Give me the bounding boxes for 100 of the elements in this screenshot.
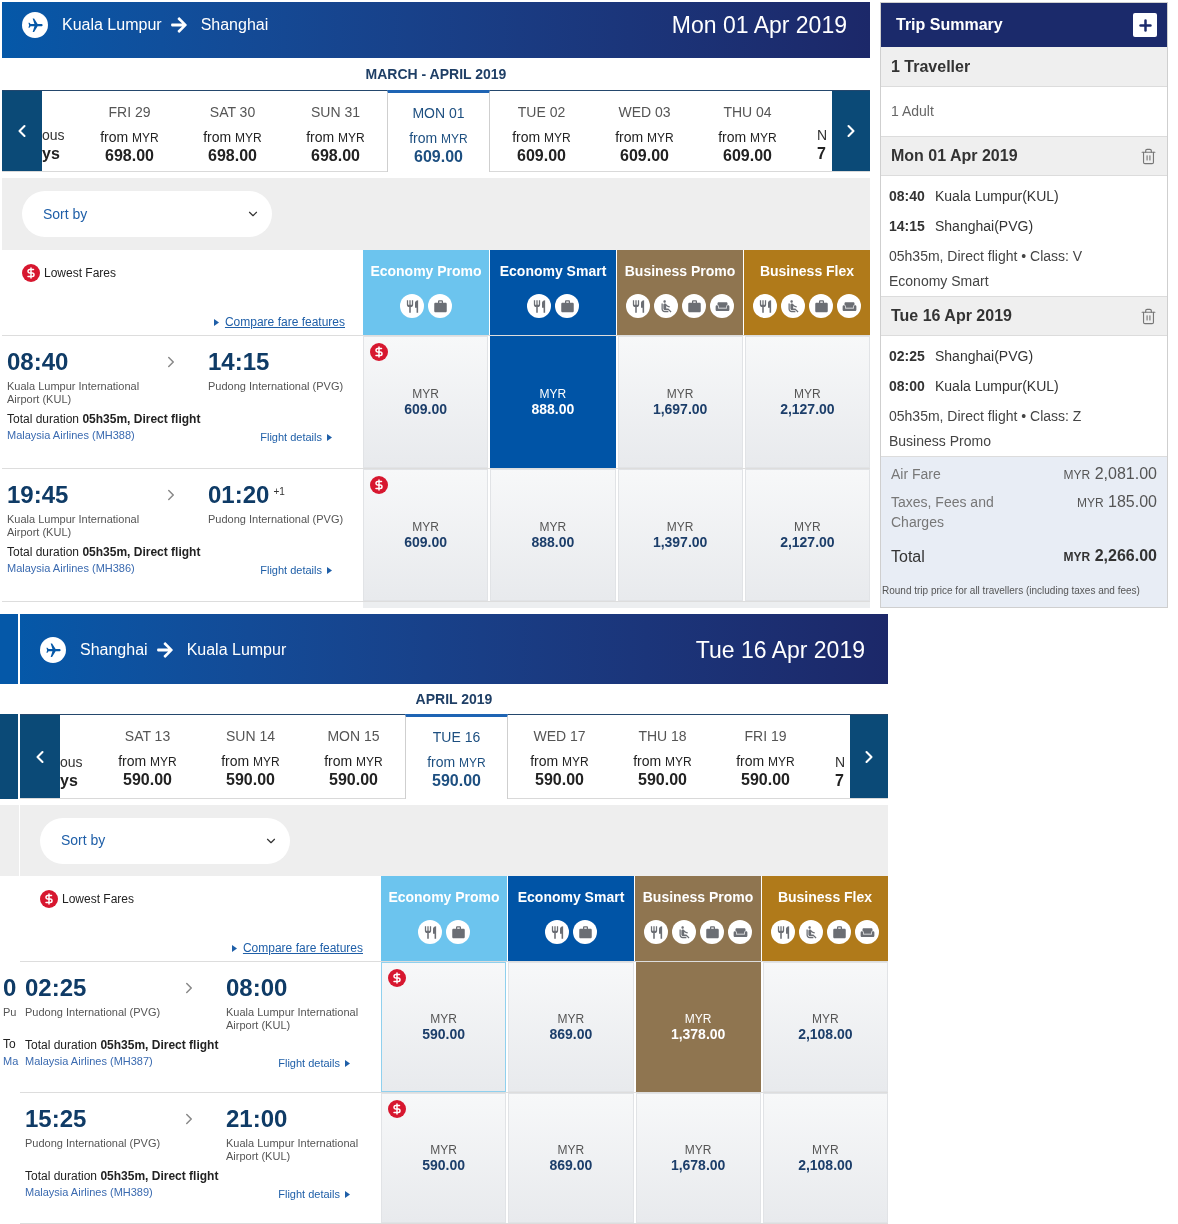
travel-date: Tue 16 Apr 2019 <box>695 635 865 665</box>
cut-off-label: N <box>817 127 829 143</box>
arrival-time: 21:00 <box>226 1105 288 1133</box>
cutlery-icon <box>753 294 777 318</box>
previous-dates-button[interactable] <box>2 91 42 171</box>
briefcase-icon <box>827 920 851 944</box>
stop-place: Kuala Lumpur(KUL) <box>935 377 1059 396</box>
airline-flight-number: Malaysia Airlines (MH388) <box>7 429 135 442</box>
departure-airport: Pudong International (PVG) <box>25 1006 162 1019</box>
cut-off-label: To <box>3 1037 16 1051</box>
fare-cell[interactable]: MYR 609.00 <box>363 469 489 601</box>
fare-cell[interactable]: MYR 888.00 <box>490 336 616 468</box>
date-tab[interactable]: SAT 30 from MYR 698.00 <box>181 91 284 171</box>
fare-cell[interactable]: MYR 590.00 <box>381 962 507 1092</box>
total-duration: Total duration 05h35m, Direct flight <box>7 412 202 426</box>
briefcase-icon <box>809 294 833 318</box>
trash-icon[interactable] <box>1140 307 1157 325</box>
briefcase-icon <box>700 920 724 944</box>
total-duration: Total duration 05h35m, Direct flight <box>7 545 202 559</box>
fare-cell[interactable]: MYR 1,378.00 <box>635 962 761 1092</box>
date-tab[interactable]: SUN 31 from MYR 698.00 <box>284 91 387 171</box>
compare-fares-link[interactable]: Compare fare features <box>242 941 363 955</box>
fare-cell[interactable]: MYR 2,108.00 <box>762 1093 888 1223</box>
cutlery-icon <box>527 294 551 318</box>
cutlery-icon <box>545 920 569 944</box>
flight-details-link[interactable]: Flight details <box>260 564 332 577</box>
fare-cell[interactable]: MYR 1,397.00 <box>617 469 743 601</box>
next-dates-button[interactable] <box>850 715 888 798</box>
briefcase-icon <box>446 920 470 944</box>
date-tab[interactable]: MON 15 from MYR 590.00 <box>302 715 405 798</box>
cut-off-label: ys <box>42 145 61 163</box>
travel-date: Mon 01 Apr 2019 <box>671 10 847 40</box>
month-label: MARCH - APRIL 2019 <box>365 64 507 84</box>
date-tab[interactable]: SUN 14 from MYR 590.00 <box>199 715 302 798</box>
caret-right-icon <box>327 567 332 574</box>
briefcase-icon <box>428 294 452 318</box>
seat-icon <box>799 920 823 944</box>
flight-details-link[interactable]: Flight details <box>278 1057 350 1070</box>
add-button[interactable] <box>1133 13 1157 37</box>
date-tab[interactable]: THU 18 from MYR 590.00 <box>611 715 714 798</box>
airplane-icon <box>40 637 66 663</box>
flight-details-link[interactable]: Flight details <box>260 431 332 444</box>
airline-flight-number: Malaysia Airlines (MH387) <box>25 1055 153 1068</box>
origin-city: Shanghai <box>80 640 148 660</box>
arrival-time: 08:00 <box>226 974 288 1002</box>
seat-icon <box>672 920 696 944</box>
date-tab[interactable]: SAT 13 from MYR 590.00 <box>96 715 199 798</box>
cut-off-label: Pu <box>3 1006 17 1019</box>
stop-place: Shanghai(PVG) <box>935 347 1034 366</box>
fare-cell[interactable]: MYR 869.00 <box>508 962 634 1092</box>
sort-dropdown[interactable]: Sort by <box>22 191 272 237</box>
departure-airport: Pudong International (PVG) <box>25 1137 162 1150</box>
date-tab[interactable]: FRI 29 from MYR 698.00 <box>78 91 181 171</box>
stop-time: 02:25 <box>889 347 926 366</box>
next-dates-button[interactable] <box>832 91 870 171</box>
cut-off-label: 7 <box>817 145 827 163</box>
cut-off-label: N <box>835 754 847 770</box>
armchair-icon <box>855 920 879 944</box>
arrival-time: 01:20 <box>208 481 270 509</box>
fare-cell[interactable]: MYR 888.00 <box>490 469 616 601</box>
fare-cell[interactable]: MYR 2,127.00 <box>744 469 870 601</box>
date-tab[interactable]: TUE 02 from MYR 609.00 <box>490 91 593 171</box>
leg-date: Tue 16 Apr 2019 <box>891 306 1012 326</box>
fare-type-title: Business Flex <box>759 263 855 279</box>
fare-cell[interactable]: MYR 590.00 <box>381 1093 507 1223</box>
cutlery-icon <box>626 294 650 318</box>
fare-cell[interactable]: MYR 2,108.00 <box>762 962 888 1092</box>
sort-dropdown[interactable]: Sort by <box>40 817 290 864</box>
leg-info: 05h35m, Direct flight • Class: V <box>889 247 1084 266</box>
travellers-heading: 1 Traveller <box>881 47 1167 87</box>
date-tab[interactable]: FRI 19 from MYR 590.00 <box>714 715 817 798</box>
previous-dates-button[interactable] <box>20 715 60 798</box>
fare-cell[interactable]: MYR 1,697.00 <box>617 336 743 468</box>
armchair-icon <box>728 920 752 944</box>
caret-right-icon <box>213 318 219 326</box>
fare-cell[interactable]: MYR 609.00 <box>363 336 489 468</box>
cutlery-icon <box>400 294 424 318</box>
departure-airport: Kuala Lumpur International Airport (KUL) <box>7 380 141 406</box>
dollar-icon <box>40 890 58 908</box>
airplane-icon <box>22 12 48 38</box>
compare-fares-link[interactable]: Compare fare features <box>224 315 345 329</box>
date-tab[interactable]: TUE 16 from MYR 590.00 <box>405 714 508 799</box>
departure-airport: Kuala Lumpur International Airport (KUL) <box>7 513 141 539</box>
leg-fare-name: Economy Smart <box>889 272 990 291</box>
trash-icon[interactable] <box>1140 147 1157 165</box>
arrival-airport: Pudong International (PVG) <box>208 380 345 393</box>
fare-cell[interactable]: MYR 869.00 <box>508 1093 634 1223</box>
price-label: Taxes, Fees and Charges <box>891 493 995 532</box>
fare-type-title: Business Promo <box>642 889 754 905</box>
date-tab[interactable]: WED 03 from MYR 609.00 <box>593 91 696 171</box>
date-tab[interactable]: MON 01 from MYR 609.00 <box>387 90 490 172</box>
flight-details-link[interactable]: Flight details <box>278 1188 350 1201</box>
stop-time: 08:40 <box>889 187 926 206</box>
departure-time: 08:40 <box>7 348 70 376</box>
briefcase-icon <box>573 920 597 944</box>
fare-cell[interactable]: MYR 2,127.00 <box>744 336 870 468</box>
fare-cell[interactable]: MYR 1,678.00 <box>635 1093 761 1223</box>
date-tab[interactable]: THU 04 from MYR 609.00 <box>696 91 799 171</box>
destination-city: Kuala Lumpur <box>186 640 287 660</box>
date-tab[interactable]: WED 17 from MYR 590.00 <box>508 715 611 798</box>
